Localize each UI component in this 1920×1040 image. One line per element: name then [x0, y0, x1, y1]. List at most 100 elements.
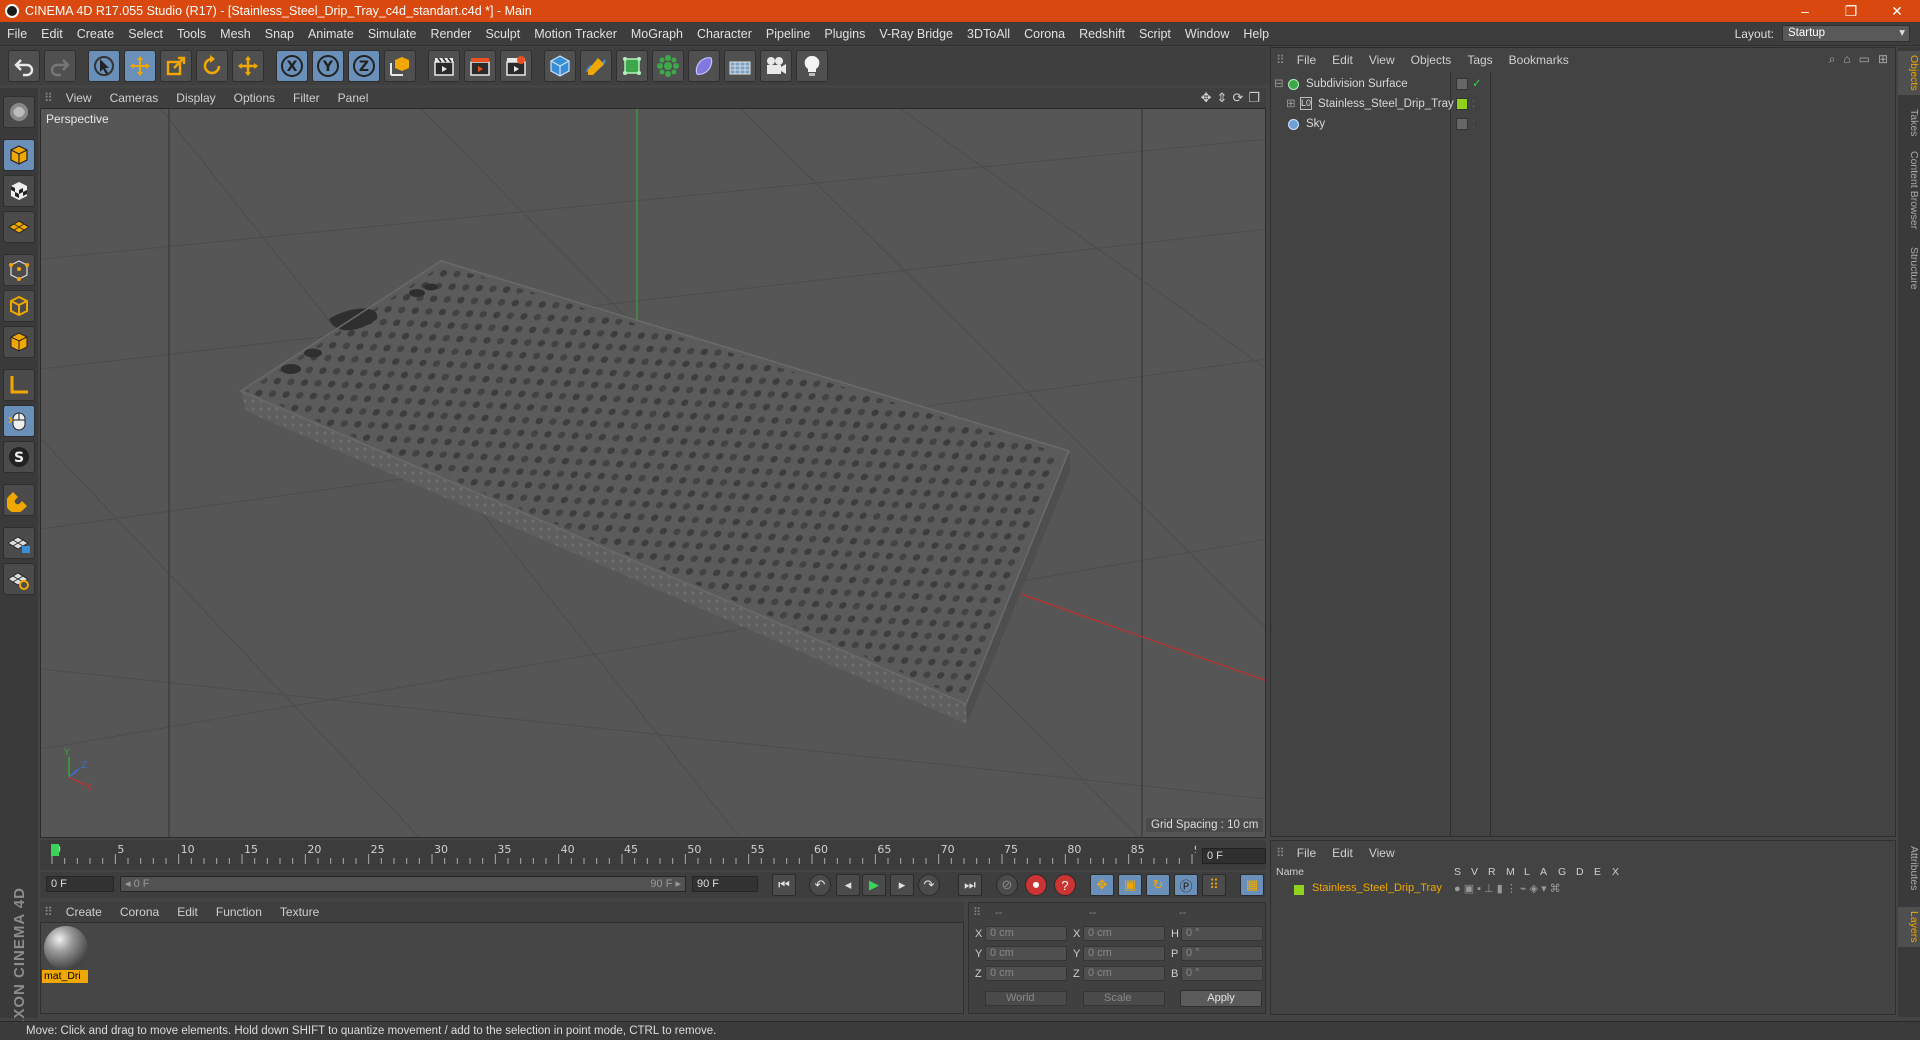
grid-snap-icon[interactable]	[3, 563, 35, 595]
om-menu-file[interactable]: File	[1289, 53, 1324, 67]
points-mode-icon[interactable]	[3, 254, 35, 286]
tab-attributes[interactable]: Attributes	[1898, 842, 1920, 894]
viewport-menu-display[interactable]: Display	[167, 91, 224, 105]
toggle-layout-icon[interactable]: ❐	[1248, 90, 1260, 106]
previous-frame-icon[interactable]: ◂	[836, 874, 860, 896]
record-position-icon[interactable]: ⊘	[996, 874, 1018, 896]
menu-help[interactable]: Help	[1236, 27, 1276, 41]
material-menu-texture[interactable]: Texture	[271, 905, 328, 919]
dolly-view-icon[interactable]: ⇕	[1217, 90, 1228, 106]
viewport-menu-options[interactable]: Options	[225, 91, 284, 105]
viewport-menu-panel[interactable]: Panel	[329, 91, 378, 105]
menu-motion-tracker[interactable]: Motion Tracker	[527, 27, 624, 41]
menu-plugins[interactable]: Plugins	[817, 27, 872, 41]
timeline-ruler[interactable]: 051015202530354045505560657075808590	[46, 840, 1196, 868]
visibility-dots-icon[interactable]: ⁚	[1472, 94, 1475, 114]
cube-primitive-icon[interactable]	[544, 50, 576, 82]
menu-vray-bridge[interactable]: V-Ray Bridge	[872, 27, 960, 41]
lm-menu-edit[interactable]: Edit	[1324, 846, 1361, 860]
material-menu-edit[interactable]: Edit	[168, 905, 207, 919]
x-axis-icon[interactable]: X	[276, 50, 308, 82]
layer-col-solo[interactable]: S	[1454, 866, 1461, 878]
perspective-viewport[interactable]: Y Z X	[40, 108, 1266, 838]
lm-menu-view[interactable]: View	[1361, 846, 1403, 860]
material-menu-corona[interactable]: Corona	[111, 905, 168, 919]
menu-3dtoall[interactable]: 3DToAll	[960, 27, 1017, 41]
size-mode-dropdown[interactable]: Scale	[1083, 991, 1165, 1006]
layer-name[interactable]: Stainless_Steel_Drip_Tray	[1312, 882, 1442, 894]
tab-content-browser[interactable]: Content Browser	[1898, 147, 1920, 233]
viewport-menu-filter[interactable]: Filter	[284, 91, 329, 105]
move-icon[interactable]	[124, 50, 156, 82]
menu-character[interactable]: Character	[690, 27, 759, 41]
floor-icon[interactable]	[724, 50, 756, 82]
collapse-icon[interactable]: ⊟	[1274, 74, 1284, 94]
layer-col-visible[interactable]: V	[1471, 866, 1478, 878]
menu-mograph[interactable]: MoGraph	[624, 27, 690, 41]
edit-render-settings-icon[interactable]	[500, 50, 532, 82]
rotation-h-field[interactable]: 0 °	[1181, 926, 1263, 941]
drip-tray-model[interactable]	[239, 260, 1071, 724]
end-frame-field[interactable]: 90 F	[692, 876, 758, 892]
layer-row[interactable]: Stainless_Steel_Drip_Tray ● ▣ ▪ ⊥ ▮ ⋮ ⌁ …	[1276, 882, 1892, 898]
viewport-menu-view[interactable]: View	[57, 91, 101, 105]
coordinate-system-icon[interactable]	[384, 50, 416, 82]
layer-col-render[interactable]: R	[1488, 866, 1496, 878]
layer-col-locked[interactable]: L	[1524, 866, 1530, 878]
menu-select[interactable]: Select	[121, 27, 170, 41]
layer-col-generators[interactable]: G	[1558, 866, 1566, 878]
menu-window[interactable]: Window	[1178, 27, 1236, 41]
start-frame-field[interactable]: 0 F	[46, 876, 114, 892]
rotation-b-field[interactable]: 0 °	[1181, 966, 1263, 981]
tab-objects[interactable]: Objects	[1898, 51, 1920, 95]
pan-view-icon[interactable]: ✥	[1201, 90, 1212, 106]
menu-render[interactable]: Render	[423, 27, 478, 41]
key-pla-icon[interactable]: ⠿	[1202, 874, 1226, 896]
undo-icon[interactable]	[8, 50, 40, 82]
om-menu-tags[interactable]: Tags	[1459, 53, 1500, 67]
layer-col-deformers[interactable]: D	[1576, 866, 1584, 878]
rotate-icon[interactable]	[196, 50, 228, 82]
material-menu-create[interactable]: Create	[57, 905, 111, 919]
tweak-mode-icon[interactable]	[3, 405, 35, 437]
lm-menu-file[interactable]: File	[1289, 846, 1324, 860]
previous-key-icon[interactable]: ↶	[809, 874, 831, 896]
menu-sculpt[interactable]: Sculpt	[478, 27, 527, 41]
key-scale-icon[interactable]: ▣	[1118, 874, 1142, 896]
object-row-drip-tray[interactable]: ⊞ L0 Stainless_Steel_Drip_Tray ⁚	[1272, 94, 1894, 114]
scale-icon[interactable]	[160, 50, 192, 82]
position-y-field[interactable]: 0 cm	[985, 946, 1067, 961]
editor-visibility-icon[interactable]	[1456, 78, 1468, 90]
menu-script[interactable]: Script	[1132, 27, 1178, 41]
menu-file[interactable]: File	[0, 27, 34, 41]
model-mode-icon[interactable]	[3, 139, 35, 171]
enable-axis-icon[interactable]	[3, 369, 35, 401]
polygons-mode-icon[interactable]	[3, 326, 35, 358]
layer-color-swatch[interactable]	[1294, 885, 1304, 895]
current-frame-field[interactable]: 0 F	[1202, 848, 1266, 864]
layout-dropdown[interactable]: Startup	[1782, 25, 1910, 42]
om-menu-bookmarks[interactable]: Bookmarks	[1501, 53, 1577, 67]
render-picture-viewer-icon[interactable]	[464, 50, 496, 82]
tab-layers[interactable]: Layers	[1898, 907, 1920, 947]
timeline-window-icon[interactable]: ▦	[1240, 874, 1264, 896]
size-x-field[interactable]: 0 cm	[1083, 926, 1165, 941]
workplane-mode-icon[interactable]	[3, 211, 35, 243]
next-frame-icon[interactable]: ▸	[890, 874, 914, 896]
om-expand-icon[interactable]: ⊞	[1878, 52, 1888, 67]
menu-simulate[interactable]: Simulate	[361, 27, 424, 41]
menu-pipeline[interactable]: Pipeline	[759, 27, 817, 41]
position-x-field[interactable]: 0 cm	[985, 926, 1067, 941]
live-select-icon[interactable]	[232, 50, 264, 82]
key-position-icon[interactable]: ✥	[1090, 874, 1114, 896]
size-y-field[interactable]: 0 cm	[1083, 946, 1165, 961]
om-collapse-icon[interactable]: ▭	[1859, 52, 1870, 67]
layer-col-animation[interactable]: A	[1540, 866, 1547, 878]
spline-pen-icon[interactable]	[580, 50, 612, 82]
camera-icon[interactable]	[760, 50, 792, 82]
select-arrow-icon[interactable]	[88, 50, 120, 82]
maximize-button[interactable]: ❐	[1828, 0, 1874, 22]
texture-mode-icon[interactable]	[3, 175, 35, 207]
layer-col-manager[interactable]: M	[1506, 866, 1515, 878]
menu-create[interactable]: Create	[70, 27, 122, 41]
